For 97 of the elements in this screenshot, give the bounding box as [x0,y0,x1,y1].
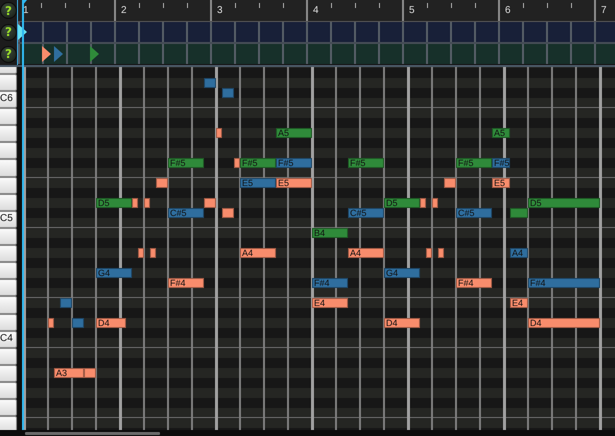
piano-key[interactable] [0,159,17,176]
bar-number: 3 [217,5,223,16]
midi-note[interactable] [132,198,138,208]
scrollbar-thumb[interactable] [25,432,160,434]
midi-note[interactable] [222,88,234,98]
bar-number: 7 [601,5,607,16]
octave-label: C4 [0,334,13,344]
midi-note[interactable]: A5 [276,128,312,138]
midi-note[interactable]: C#5 [456,208,492,218]
horizontal-scrollbar[interactable] [0,430,615,436]
midi-note[interactable] [204,78,216,88]
piano-key[interactable] [0,279,17,296]
marker-icon[interactable] [90,46,99,62]
midi-note[interactable]: F#4 [528,278,600,288]
midi-note[interactable]: D5 [384,198,420,208]
midi-note[interactable] [222,208,234,218]
bar-number: 6 [505,5,511,16]
midi-note[interactable]: A3 [54,368,84,378]
octave-label: C5 [0,214,13,224]
midi-note[interactable]: F#5 [348,158,384,168]
marker-icon[interactable] [42,46,51,62]
midi-note[interactable]: A4 [240,248,276,258]
midi-note[interactable]: E5 [240,178,276,188]
piano-key[interactable] [0,142,17,160]
piano-key[interactable] [0,348,17,365]
bar-number: 5 [409,5,415,16]
note-grid[interactable]: A5 A5 F#5 F#5 F#5 F#5 F#5 F#5 E5 E5 E5 D5 D5 D5 C#5 C#5 C#5 B4 A4 A4 A4 G4 G4 F#4 F#4 F#4 F#4 E4 E4 D4 D4 D4 A3 [22,67,615,430]
midi-note[interactable]: D4 [384,318,420,328]
midi-note[interactable]: F#5 [168,158,204,168]
midi-note[interactable]: A5 [492,128,510,138]
midi-note[interactable]: C#5 [168,208,204,218]
midi-note[interactable]: B4 [312,228,348,238]
midi-note[interactable] [138,248,144,258]
midi-note[interactable]: E4 [510,298,528,308]
midi-note[interactable]: D4 [96,318,126,328]
midi-note[interactable]: F#5 [240,158,276,168]
piano-key[interactable]: C6 [0,90,17,108]
midi-note[interactable] [60,298,72,308]
piano-key[interactable] [0,416,17,430]
track-lane[interactable] [18,42,615,64]
piano-key[interactable] [0,194,17,211]
midi-note[interactable] [72,318,84,328]
piano-key[interactable]: C4 [0,330,17,348]
midi-note[interactable]: E4 [312,298,348,308]
midi-note[interactable]: C#5 [348,208,384,218]
midi-note[interactable]: F#4 [456,278,492,288]
midi-note[interactable] [510,208,528,218]
help-button[interactable]: ? [0,46,17,63]
midi-note[interactable] [234,158,240,168]
midi-note[interactable]: F#5 [456,158,492,168]
midi-note[interactable]: G4 [384,268,420,278]
midi-note[interactable]: G4 [96,268,132,278]
midi-note[interactable] [156,178,168,188]
midi-note[interactable] [144,198,150,208]
midi-note[interactable]: A4 [348,248,384,258]
midi-note[interactable]: F#5 [492,158,510,168]
bar-number: 1 [23,5,29,16]
midi-note[interactable] [420,198,426,208]
midi-note[interactable]: D5 [528,198,600,208]
bar-number: 4 [313,5,319,16]
piano-key[interactable] [0,382,17,400]
midi-note[interactable]: F#4 [168,278,204,288]
marker-icon[interactable] [54,46,63,62]
midi-note[interactable]: F#4 [312,278,348,288]
bar-number: 2 [121,5,127,16]
piano-key[interactable] [0,262,17,280]
piano-key[interactable] [0,399,17,416]
piano-key[interactable] [0,108,17,126]
piano-key[interactable] [0,228,17,245]
midi-note[interactable]: E5 [276,178,312,188]
piano-key[interactable] [0,176,17,194]
octave-label: C6 [0,94,13,104]
midi-note[interactable] [150,248,156,258]
help-button[interactable]: ? [0,2,17,20]
help-button[interactable]: ? [0,24,17,41]
midi-note[interactable]: F#5 [276,158,312,168]
piano-key[interactable] [0,364,17,382]
midi-note[interactable]: A4 [510,248,528,258]
midi-note[interactable]: D4 [528,318,600,328]
piano-key[interactable] [0,74,17,91]
midi-note[interactable] [84,368,96,378]
midi-note[interactable]: D5 [96,198,132,208]
midi-note[interactable] [204,198,216,208]
piano-key[interactable]: C5 [0,210,17,228]
midi-note[interactable] [438,248,444,258]
midi-note[interactable] [48,318,54,328]
piano-keyboard[interactable]: C6 C5 C4 [0,67,22,430]
midi-note[interactable] [444,178,456,188]
midi-note[interactable] [426,248,432,258]
piano-key[interactable] [0,296,17,314]
midi-note[interactable] [432,198,438,208]
midi-note[interactable] [216,128,222,138]
piano-key[interactable] [0,125,17,142]
piano-key[interactable] [0,314,17,331]
timeline-ruler[interactable]: 1 2 3 4 5 6 7 [18,0,615,22]
midi-note[interactable]: E5 [492,178,510,188]
piano-key[interactable] [0,245,17,262]
